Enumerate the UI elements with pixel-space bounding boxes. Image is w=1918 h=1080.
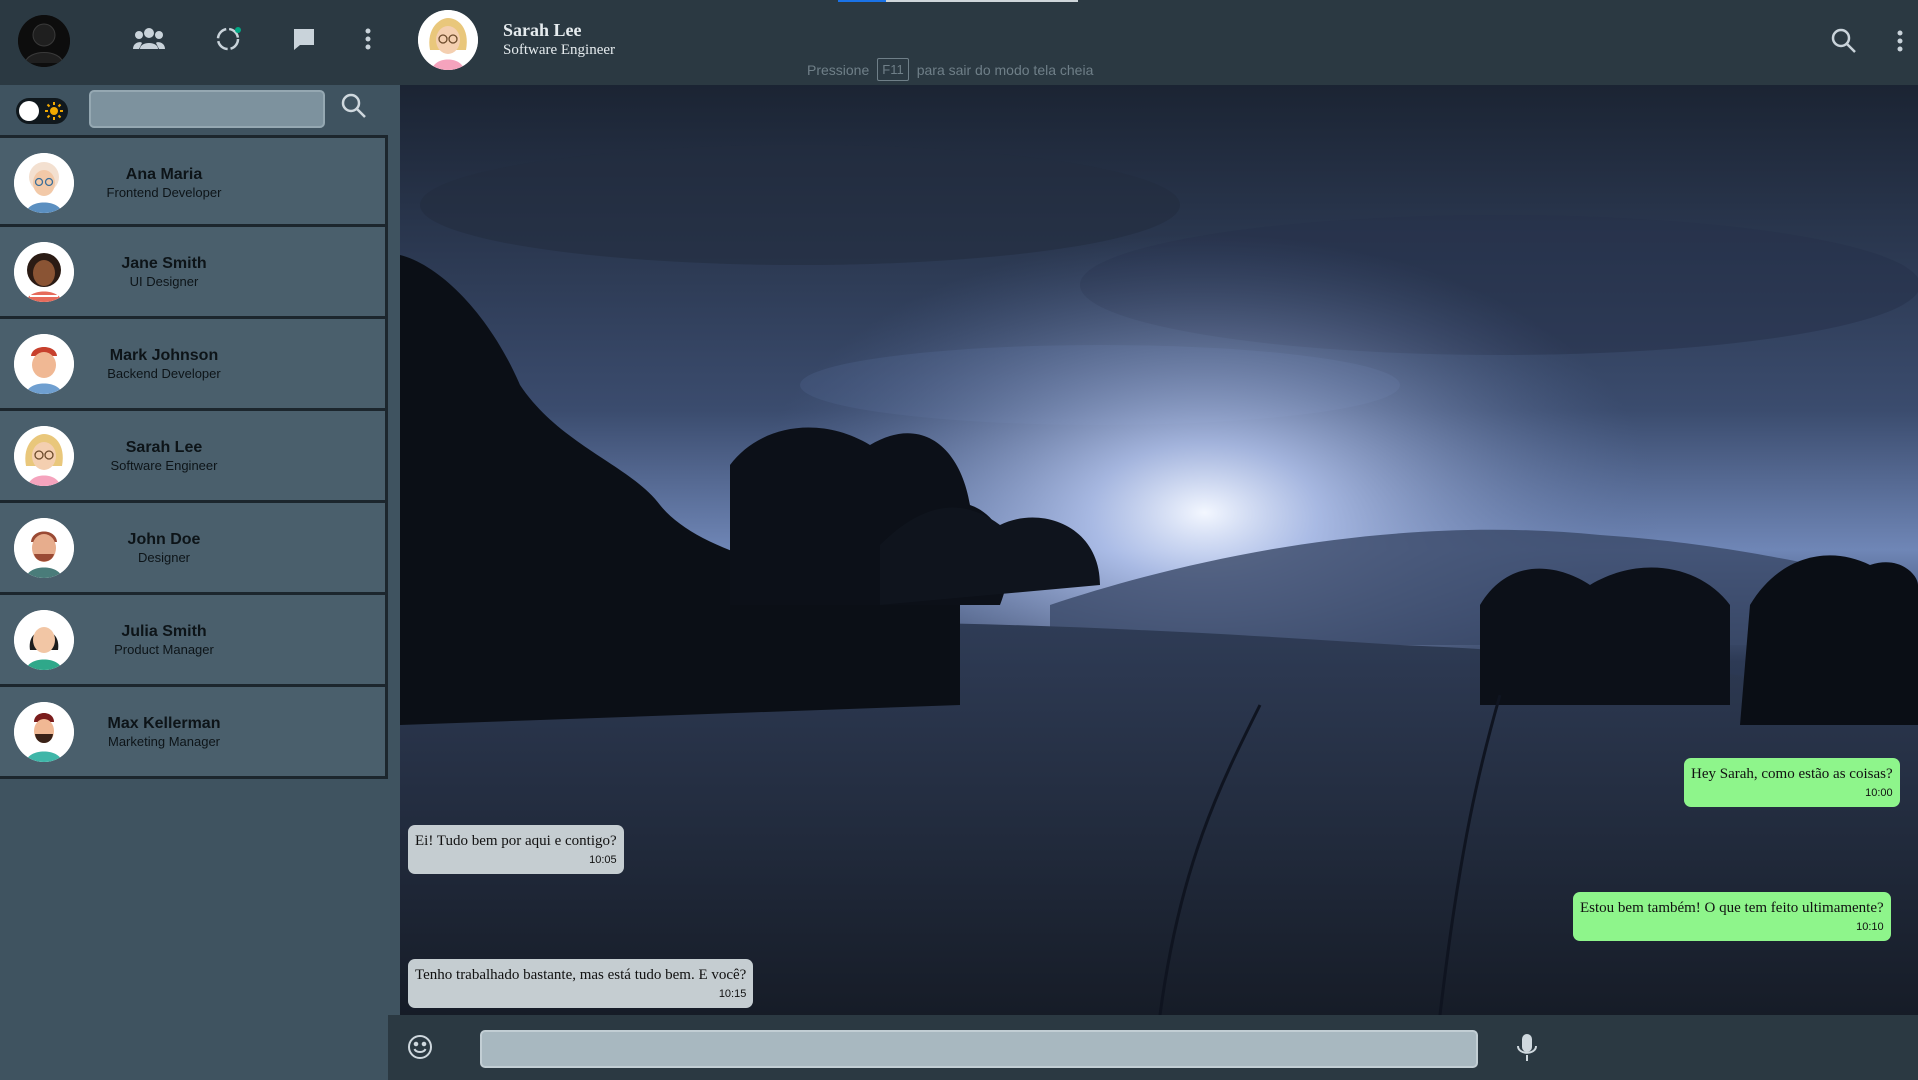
app-root: Sarah Lee Software Engineer Pressione F1… bbox=[0, 0, 1918, 1080]
message-bubble-incoming[interactable]: Tenho trabalhado bastante, mas está tudo… bbox=[408, 959, 754, 1008]
contact-avatar bbox=[14, 610, 74, 670]
chat-wallpaper bbox=[400, 85, 1918, 1015]
contact-role: Backend Developer bbox=[107, 366, 221, 381]
contact-name: Mark Johnson bbox=[109, 347, 219, 364]
contact-item-ana-maria[interactable]: Ana Maria Frontend Developer bbox=[0, 135, 388, 227]
message-time: 10:10 bbox=[1856, 921, 1884, 933]
profile-avatar[interactable] bbox=[18, 15, 70, 67]
contact-avatar bbox=[14, 334, 74, 394]
emoji-icon[interactable] bbox=[406, 1033, 434, 1061]
microphone-icon[interactable] bbox=[1516, 1033, 1544, 1063]
sidebar-search-row bbox=[0, 85, 388, 135]
contact-text: Mark Johnson Backend Developer bbox=[104, 347, 224, 381]
contact-avatar bbox=[14, 518, 74, 578]
message-time: 10:05 bbox=[589, 854, 617, 866]
contact-avatar bbox=[14, 426, 74, 486]
fullscreen-hint-after: para sair do modo tela cheia bbox=[916, 61, 1094, 78]
contact-name: Max Kellerman bbox=[107, 715, 221, 732]
message-text: Ei! Tudo bem por aqui e contigo? bbox=[415, 833, 617, 849]
top-bar: Sarah Lee Software Engineer Pressione F1… bbox=[0, 0, 1918, 85]
community-icon[interactable] bbox=[132, 22, 166, 56]
fullscreen-hint-before: Pressione bbox=[807, 61, 870, 78]
contact-name: Sarah Lee bbox=[125, 439, 203, 456]
sidebar: Ana Maria Frontend Developer Jane Smith … bbox=[0, 85, 388, 1080]
composer-bar bbox=[388, 1015, 1918, 1080]
contact-search-input[interactable] bbox=[89, 90, 325, 128]
contact-text: Sarah Lee Software Engineer bbox=[104, 439, 224, 473]
contact-item-max-kellerman[interactable]: Max Kellerman Marketing Manager bbox=[0, 687, 388, 779]
contact-name: Julia Smith bbox=[121, 623, 207, 640]
chat-search-icon[interactable] bbox=[1827, 24, 1861, 58]
message-text: Estou bem também! O que tem feito ultima… bbox=[1580, 900, 1884, 916]
contact-item-julia-smith[interactable]: Julia Smith Product Manager bbox=[0, 595, 388, 687]
status-icon[interactable] bbox=[211, 22, 245, 56]
contact-text: Ana Maria Frontend Developer bbox=[104, 166, 224, 200]
contact-avatar bbox=[14, 702, 74, 762]
contact-item-jane-smith[interactable]: Jane Smith UI Designer bbox=[0, 227, 388, 319]
message-input[interactable] bbox=[480, 1030, 1478, 1068]
contact-name: Jane Smith bbox=[121, 255, 207, 272]
fullscreen-indicator-bar bbox=[838, 0, 1078, 2]
contact-role: UI Designer bbox=[129, 274, 199, 289]
contact-item-mark-johnson[interactable]: Mark Johnson Backend Developer bbox=[0, 319, 388, 411]
contact-role: Frontend Developer bbox=[106, 185, 222, 200]
toggle-knob bbox=[19, 101, 39, 121]
status-dot bbox=[235, 27, 241, 33]
contact-list: Ana Maria Frontend Developer Jane Smith … bbox=[0, 135, 388, 779]
menu-dots-icon[interactable] bbox=[351, 22, 385, 56]
contact-role: Marketing Manager bbox=[108, 734, 220, 749]
chat-contact-name: Sarah Lee bbox=[503, 20, 582, 40]
contact-name: John Doe bbox=[127, 531, 201, 548]
message-bubble-outgoing[interactable]: Hey Sarah, como estão as coisas? 10:00 bbox=[1684, 758, 1900, 807]
theme-toggle[interactable] bbox=[16, 98, 68, 124]
contact-role: Product Manager bbox=[114, 642, 214, 657]
contact-role: Software Engineer bbox=[110, 458, 218, 473]
sun-icon bbox=[45, 102, 63, 120]
contact-item-sarah-lee[interactable]: Sarah Lee Software Engineer bbox=[0, 411, 388, 503]
fullscreen-hint: Pressione F11 para sair do modo tela che… bbox=[807, 58, 1093, 81]
chat-contact-avatar[interactable] bbox=[418, 10, 478, 70]
contact-text: John Doe Designer bbox=[104, 531, 224, 565]
contact-avatar bbox=[14, 153, 74, 213]
contact-avatar bbox=[14, 242, 74, 302]
chat-panel: Hey Sarah, como estão as coisas? 10:00 E… bbox=[400, 85, 1918, 1015]
message-text: Hey Sarah, como estão as coisas? bbox=[1691, 766, 1893, 782]
contact-text: Max Kellerman Marketing Manager bbox=[104, 715, 224, 749]
chat-contact-subtitle: Software Engineer bbox=[503, 42, 616, 58]
message-time: 10:15 bbox=[718, 988, 747, 1000]
message-text: Tenho trabalhado bastante, mas está tudo… bbox=[415, 967, 747, 983]
chat-icon[interactable] bbox=[287, 22, 321, 56]
message-bubble-outgoing[interactable]: Estou bem também! O que tem feito ultima… bbox=[1573, 892, 1891, 941]
message-bubble-incoming[interactable]: Ei! Tudo bem por aqui e contigo? 10:05 bbox=[408, 825, 624, 874]
contact-role: Designer bbox=[137, 550, 191, 565]
contact-text: Jane Smith UI Designer bbox=[104, 255, 224, 289]
fullscreen-hint-key: F11 bbox=[877, 58, 909, 81]
contact-name: Ana Maria bbox=[125, 166, 203, 183]
contact-item-john-doe[interactable]: John Doe Designer bbox=[0, 503, 388, 595]
contact-search-icon[interactable] bbox=[340, 92, 374, 126]
contact-text: Julia Smith Product Manager bbox=[104, 623, 224, 657]
message-time: 10:00 bbox=[1865, 787, 1893, 799]
chat-menu-dots-icon[interactable] bbox=[1883, 24, 1917, 58]
sidebar-header bbox=[0, 0, 388, 85]
